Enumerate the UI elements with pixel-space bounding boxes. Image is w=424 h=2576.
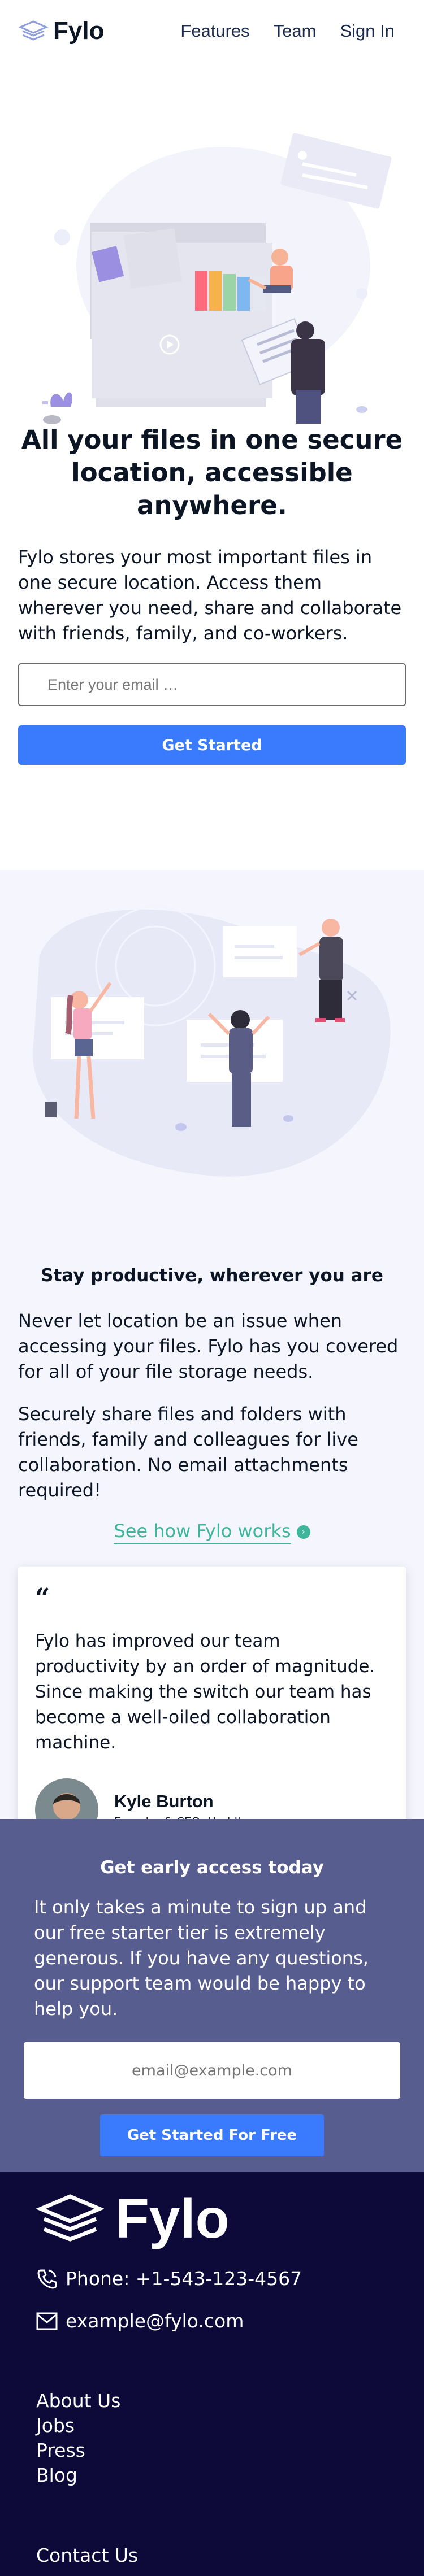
footer-link-about[interactable]: About Us <box>36 2388 388 2413</box>
early-access-email-input[interactable] <box>24 2042 400 2099</box>
logo[interactable]: Fylo <box>18 17 104 45</box>
logo-layers-icon <box>36 2194 104 2242</box>
footer-links: About Us Jobs Press Blog <box>36 2388 388 2488</box>
get-started-button[interactable]: Get Started <box>18 725 406 765</box>
logo-layers-icon <box>18 20 49 41</box>
email-icon <box>36 2312 58 2330</box>
quote-icon: “ <box>35 1582 50 1613</box>
productive-text-2: Securely share files and folders with fr… <box>18 1403 358 1501</box>
footer-link-press[interactable]: Press <box>36 2438 388 2463</box>
footer-email-text[interactable]: example@fylo.com <box>66 2310 244 2332</box>
arrow-right-icon: › <box>296 1525 310 1539</box>
hero-email-input[interactable] <box>18 663 406 706</box>
productive-illustration-graphic <box>33 906 391 1177</box>
footer-logo[interactable]: Fylo <box>36 2187 388 2251</box>
site-header: Fylo Features Team Sign In <box>0 0 424 62</box>
early-access-section: Get early access today It only takes a m… <box>0 1819 424 2172</box>
early-access-title: Get early access today <box>100 1857 324 1878</box>
footer-phone-text: Phone: +1-543-123-4567 <box>66 2268 302 2290</box>
footer-phone: Phone: +1-543-123-4567 <box>36 2268 388 2290</box>
nav-sign-in[interactable]: Sign In <box>340 21 395 41</box>
hero-illustration <box>0 62 424 442</box>
see-how-link[interactable]: See how Fylo works › <box>18 1520 406 1544</box>
productive-title: Stay productive, wherever you are <box>41 1265 383 1286</box>
nav-features[interactable]: Features <box>180 21 249 41</box>
productive-text-1: Never let location be an issue when acce… <box>18 1310 399 1382</box>
footer-link-contact[interactable]: Contact Us <box>36 2544 388 2566</box>
get-started-free-button[interactable]: Get Started For Free <box>100 2114 324 2156</box>
main-nav: Features Team Sign In <box>180 21 395 41</box>
hero-section: All your files in one secure location, a… <box>0 424 424 765</box>
footer-logo-text: Fylo <box>115 2187 230 2249</box>
logo-text: Fylo <box>53 17 105 45</box>
site-footer: Fylo Phone: +1-543-123-4567 example@fylo… <box>0 2172 424 2576</box>
productive-illustration <box>0 870 424 1226</box>
see-how-link-label: See how Fylo works <box>114 1520 291 1544</box>
productive-section: Stay productive, wherever you are Never … <box>0 870 424 1842</box>
footer-link-blog[interactable]: Blog <box>36 2463 388 2488</box>
productive-copy: Stay productive, wherever you are Never … <box>0 1265 424 1544</box>
hero-title: All your files in one secure location, a… <box>21 425 403 520</box>
nav-team[interactable]: Team <box>274 21 317 41</box>
footer-email: example@fylo.com <box>36 2310 388 2332</box>
hero-description: Fylo stores your most important files in… <box>18 546 402 644</box>
phone-icon <box>37 2269 57 2289</box>
footer-link-jobs[interactable]: Jobs <box>36 2413 388 2438</box>
early-access-text: It only takes a minute to sign up and ou… <box>34 1896 369 2020</box>
hero-illustration-graphic <box>42 133 392 442</box>
testimonial-quote: Fylo has improved our team productivity … <box>35 1631 375 1753</box>
testimonial-card: “ Fylo has improved our team productivit… <box>18 1567 406 1842</box>
testimonial-name: Kyle Burton <box>114 1791 214 1811</box>
